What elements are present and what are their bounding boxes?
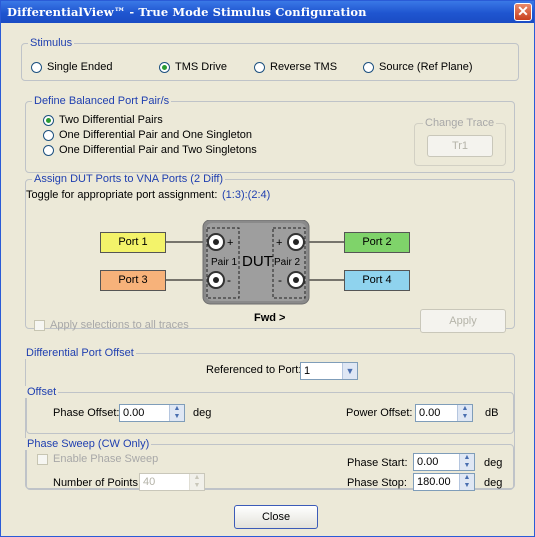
port1-button[interactable]: Port 1: [100, 232, 166, 253]
power-offset-value: 0.00: [419, 407, 441, 419]
change-trace-label: Change Trace: [423, 117, 497, 129]
phase-start-label: Phase Start:: [347, 457, 408, 469]
referenced-port-select[interactable]: 1 ▼: [300, 362, 358, 380]
referenced-to-port-label: Referenced to Port:: [206, 364, 302, 376]
phase-stop-value: 180.00: [417, 476, 451, 488]
offset-group-label: Offset: [25, 386, 59, 398]
balanced-pairs-label: Define Balanced Port Pair/s: [32, 95, 172, 107]
dut-diagram: + - + - Pair 1 Pair 2 DUT: [166, 220, 344, 305]
stimulus-group: Stimulus Single Ended TMS Drive Reverse …: [21, 37, 519, 81]
offset-group: Offset Phase Offset: 0.00 ▲ ▼ deg Power O…: [25, 386, 514, 434]
port4-button[interactable]: Port 4: [344, 270, 410, 291]
spin-arrows-icon[interactable]: ▲ ▼: [459, 474, 474, 490]
pair1-label: Pair 1: [211, 257, 238, 268]
phase-start-unit: deg: [484, 457, 503, 469]
radio-source-ref-plane[interactable]: Source (Ref Plane): [363, 61, 473, 73]
checkbox-label: Enable Phase Sweep: [53, 453, 159, 465]
radio-circle[interactable]: [43, 114, 54, 126]
radio-label: Single Ended: [47, 61, 113, 73]
diff-port-offset-group: Differential Port Offset Referenced to P…: [24, 347, 515, 491]
phase-sweep-label: Phase Sweep (CW Only): [25, 438, 152, 450]
spin-arrows-icon[interactable]: ▲ ▼: [189, 474, 204, 490]
phase-stop-label: Phase Stop:: [347, 477, 407, 489]
phase-stop-unit: deg: [484, 477, 503, 489]
radio-label: One Differential Pair and One Singleton: [59, 129, 253, 141]
number-of-points-stepper[interactable]: 40 ▲ ▼: [139, 473, 205, 491]
pair2-plus-sign: +: [276, 237, 282, 249]
phase-sweep-group: Phase Sweep (CW Only) Enable Phase Sweep…: [25, 438, 514, 491]
radio-two-diff-pairs[interactable]: Two Differential Pairs: [43, 114, 163, 126]
assign-ports-group: Assign DUT Ports to VNA Ports (2 Diff) T…: [25, 173, 515, 333]
connector-dot: [213, 239, 219, 245]
port3-button[interactable]: Port 3: [100, 270, 166, 291]
radio-circle[interactable]: [363, 61, 374, 73]
connector-dot: [293, 239, 299, 245]
checkbox-box[interactable]: [34, 319, 45, 331]
power-offset-unit: dB: [485, 407, 499, 419]
pair2-label: Pair 2: [274, 257, 301, 268]
port2-button[interactable]: Port 2: [344, 232, 410, 253]
apply-button[interactable]: Apply: [420, 309, 506, 333]
close-icon: ✕: [517, 3, 529, 19]
pair1-plus-sign: +: [227, 237, 233, 249]
pair1-minus-sign: -: [227, 273, 231, 287]
power-offset-label: Power Offset:: [346, 407, 413, 419]
radio-label: One Differential Pair and Two Singletons: [59, 144, 257, 156]
chevron-down-icon[interactable]: ▼: [342, 363, 357, 379]
enable-phase-sweep-checkbox[interactable]: Enable Phase Sweep: [37, 453, 158, 465]
port-assignment-toggle[interactable]: (1:3):(2:4): [222, 189, 270, 201]
trace-button[interactable]: Tr1: [427, 135, 493, 157]
radio-circle[interactable]: [43, 144, 54, 156]
radio-label: Reverse TMS: [270, 61, 338, 73]
radio-label: TMS Drive: [175, 61, 227, 73]
dut-label: DUT: [242, 253, 273, 270]
phase-offset-stepper[interactable]: 0.00 ▲ ▼: [119, 404, 185, 422]
spin-arrows-icon[interactable]: ▲ ▼: [457, 405, 472, 421]
number-of-points-label: Number of Points:: [53, 477, 142, 489]
phase-offset-label: Phase Offset:: [53, 407, 120, 419]
phase-offset-unit: deg: [193, 407, 212, 419]
referenced-port-value: 1: [304, 365, 311, 377]
radio-one-pair-one-singleton[interactable]: One Differential Pair and One Singleton: [43, 129, 252, 141]
radio-label: Two Differential Pairs: [59, 114, 163, 126]
radio-tms-drive[interactable]: TMS Drive: [159, 61, 227, 73]
radio-circle[interactable]: [159, 61, 170, 73]
spin-arrows-icon[interactable]: ▲ ▼: [459, 454, 474, 470]
dialog-window: DifferentialView™ - True Mode Stimulus C…: [0, 0, 535, 537]
phase-offset-value: 0.00: [123, 407, 145, 419]
connector-dot: [293, 277, 299, 283]
window-title: DifferentialView™ - True Mode Stimulus C…: [7, 5, 367, 19]
radio-circle[interactable]: [31, 61, 42, 73]
number-of-points-value: 40: [143, 476, 156, 488]
change-trace-group: Change Trace Tr1: [414, 117, 506, 166]
checkbox-label: Apply selections to all traces: [50, 319, 189, 331]
radio-single-ended[interactable]: Single Ended: [31, 61, 112, 73]
apply-all-traces-checkbox[interactable]: Apply selections to all traces: [34, 319, 189, 331]
close-window-button[interactable]: ✕: [514, 3, 532, 21]
radio-circle[interactable]: [254, 61, 265, 73]
fwd-label: Fwd >: [254, 312, 286, 324]
pair2-minus-sign: -: [278, 273, 282, 287]
radio-reverse-tms[interactable]: Reverse TMS: [254, 61, 337, 73]
checkbox-box[interactable]: [37, 453, 48, 465]
phase-start-stepper[interactable]: 0.00 ▲ ▼: [413, 453, 475, 471]
diff-port-offset-label: Differential Port Offset: [24, 347, 136, 359]
phase-start-value: 0.00: [417, 456, 439, 468]
power-offset-stepper[interactable]: 0.00 ▲ ▼: [415, 404, 473, 422]
toggle-instruction: Toggle for appropriate port assignment:: [26, 189, 218, 201]
assign-ports-label: Assign DUT Ports to VNA Ports (2 Diff): [32, 173, 226, 185]
stimulus-group-label: Stimulus: [28, 37, 75, 49]
connector-dot: [213, 277, 219, 283]
radio-one-pair-two-singletons[interactable]: One Differential Pair and Two Singletons: [43, 144, 257, 156]
radio-circle[interactable]: [43, 129, 54, 141]
radio-label: Source (Ref Plane): [379, 61, 473, 73]
close-button[interactable]: Close: [234, 505, 318, 529]
dialog-client: Stimulus Single Ended TMS Drive Reverse …: [21, 35, 521, 529]
phase-stop-stepper[interactable]: 180.00 ▲ ▼: [413, 473, 475, 491]
title-bar[interactable]: DifferentialView™ - True Mode Stimulus C…: [1, 1, 534, 23]
spin-arrows-icon[interactable]: ▲ ▼: [169, 405, 184, 421]
balanced-pairs-group: Define Balanced Port Pair/s Two Differen…: [25, 95, 515, 173]
